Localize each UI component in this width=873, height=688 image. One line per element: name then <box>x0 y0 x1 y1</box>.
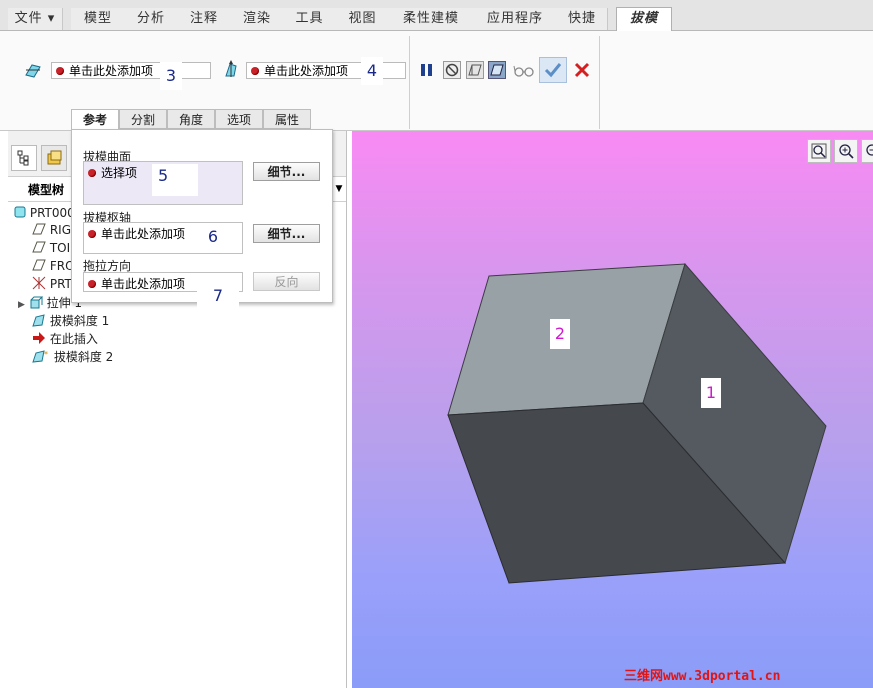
required-dot-icon <box>56 67 64 75</box>
required-dot-icon <box>88 280 96 288</box>
required-dot-icon <box>88 169 96 177</box>
tab-view[interactable]: 视图 <box>336 8 390 30</box>
tab-model[interactable]: 模型 <box>71 8 126 30</box>
field-value: 单击此处添加项 <box>101 277 186 291</box>
glasses-icon[interactable] <box>513 61 535 79</box>
tree-structure-icon <box>17 150 29 166</box>
pause-icon[interactable] <box>418 61 436 79</box>
tree-item-label: RIG <box>49 223 72 237</box>
tab-shortcuts[interactable]: 快捷 <box>557 8 608 30</box>
tree-item-top-plane[interactable]: TOI <box>32 241 70 255</box>
annotation-number: 3 <box>160 62 182 90</box>
graphics-viewport[interactable]: 2 1 三维网www.3dportal.cn <box>352 131 873 688</box>
tree-item-draft-1[interactable]: 拔模斜度 1 <box>32 312 109 329</box>
tab-render[interactable]: 渲染 <box>231 8 284 30</box>
tab-file[interactable]: 文件 ▾ <box>8 8 63 30</box>
annotation-number: 5 <box>152 164 198 196</box>
tab-analysis[interactable]: 分析 <box>125 8 178 30</box>
tree-item-label: PRT000 <box>29 206 75 220</box>
zoom-in-button[interactable] <box>834 139 858 163</box>
draft-feature-icon <box>32 314 45 327</box>
refit-icon <box>811 143 827 159</box>
tree-item-right-plane[interactable]: RIG <box>32 223 71 237</box>
face-2-label: 2 <box>550 319 570 349</box>
tree-item-front-plane[interactable]: FRO <box>32 259 75 273</box>
ribbon-separator <box>599 36 600 129</box>
list-value: 单击此处添加项 <box>101 227 186 241</box>
tab-annotate[interactable]: 注释 <box>177 8 232 30</box>
watermark: 三维网www.3dportal.cn <box>624 669 781 684</box>
draft-surfaces-details-button[interactable]: 细节... <box>253 162 320 181</box>
tree-item-label: 在此插入 <box>49 332 98 346</box>
tree-item-insert-here[interactable]: 在此插入 <box>32 330 98 347</box>
tree-item-label: 拔模斜度 1 <box>49 314 110 328</box>
tree-item-draft-2[interactable]: * 拔模斜度 2 <box>32 348 113 365</box>
flip-direction-button[interactable]: 反向 <box>253 272 320 291</box>
verify-mode-icon[interactable] <box>488 61 506 79</box>
collector-text: 单击此处添加项 <box>69 64 154 78</box>
zoom-out-icon <box>866 144 873 156</box>
tab-applications[interactable]: 应用程序 <box>473 8 558 30</box>
ribbon-separator <box>409 36 410 129</box>
required-dot-icon <box>251 67 259 75</box>
part-icon <box>14 206 26 218</box>
zoom-out-button[interactable] <box>861 139 873 163</box>
subtab-angles[interactable]: 角度 <box>167 109 215 129</box>
datum-plane-icon <box>32 241 46 253</box>
subtab-options[interactable]: 选项 <box>215 109 263 129</box>
draft-hinge-icon[interactable] <box>222 60 240 78</box>
tab-draft[interactable]: 拔模 <box>616 7 672 31</box>
folder-icon <box>47 150 62 165</box>
list-value: 选择项 <box>101 166 138 180</box>
ribbon-tab-bar: 文件 ▾ 模型 分析 注释 渲染 工具 视图 柔性建模 应用程序 快捷 拔模 <box>0 0 873 31</box>
tree-item-label: TOI <box>49 241 71 255</box>
draft-surface-icon[interactable] <box>24 61 42 79</box>
model-tree-tab[interactable] <box>11 145 37 171</box>
tab-flexible-modeling[interactable]: 柔性建模 <box>389 8 474 30</box>
collector-text: 单击此处添加项 <box>264 64 349 78</box>
subtab-references[interactable]: 参考 <box>71 109 119 129</box>
annotation-number: 4 <box>361 57 383 85</box>
no-preview-icon[interactable] <box>443 61 461 79</box>
extrude-icon <box>30 296 43 309</box>
tab-tools[interactable]: 工具 <box>283 8 337 30</box>
cancel-icon[interactable] <box>573 61 591 79</box>
folder-browser-tab[interactable] <box>41 145 67 171</box>
tree-item-csys[interactable]: PRT <box>32 276 72 291</box>
refit-button[interactable] <box>807 139 831 163</box>
model-tree-title: 模型树 <box>28 183 65 197</box>
datum-plane-icon <box>32 223 46 235</box>
datum-plane-icon <box>32 259 46 271</box>
tree-item-label: PRT <box>49 277 72 291</box>
apply-button[interactable] <box>539 57 567 83</box>
required-dot-icon <box>88 230 96 238</box>
subtab-properties[interactable]: 属性 <box>263 109 311 129</box>
draft-hinges-details-button[interactable]: 细节... <box>253 224 320 243</box>
insert-arrow-icon <box>33 332 45 344</box>
annotation-number: 7 <box>197 282 239 312</box>
face-1-label: 1 <box>701 378 721 408</box>
annotation-number: 6 <box>192 223 234 253</box>
subtab-split[interactable]: 分割 <box>119 109 167 129</box>
svg-text:*: * <box>44 350 48 359</box>
expand-arrow-icon[interactable]: ▶ <box>18 300 25 310</box>
preview-geometry-icon[interactable] <box>466 61 484 79</box>
draft-feature-new-icon: * <box>32 350 48 363</box>
tree-item-part[interactable]: PRT000 <box>14 206 75 220</box>
tree-item-label: 拔模斜度 2 <box>53 350 114 364</box>
draft-surfaces-collector[interactable]: 单击此处添加项 <box>51 62 211 79</box>
checkmark-icon <box>544 63 562 78</box>
zoom-in-icon <box>839 144 854 159</box>
coordinate-system-icon <box>32 276 46 290</box>
part-model-view <box>447 262 827 584</box>
references-panel: 拔模曲面 选择项 5 细节... 拔模枢轴 单击此处添加项 6 细节... 拖拉… <box>71 129 333 312</box>
